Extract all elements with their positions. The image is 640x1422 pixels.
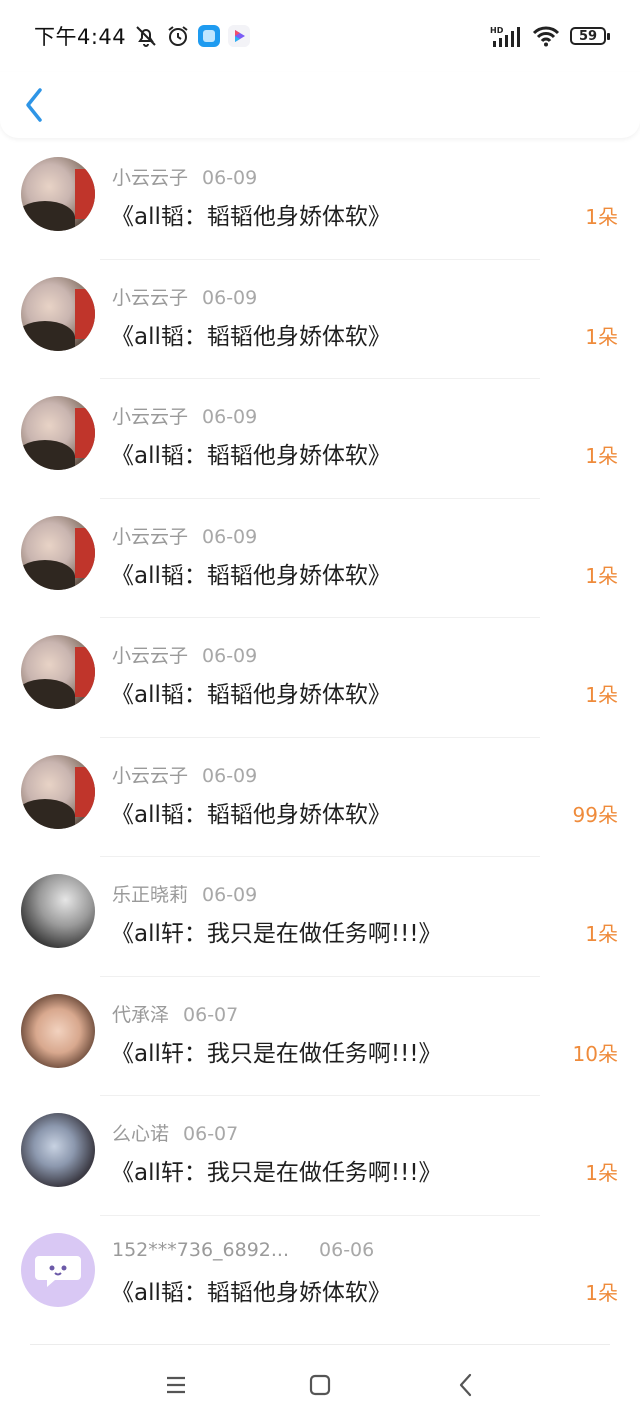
user-name: 小云云子: [112, 764, 189, 787]
svg-text:HD: HD: [490, 26, 504, 35]
flower-count: 99朵: [572, 802, 618, 827]
item-meta: 小云云子 06-09: [112, 283, 257, 310]
status-right: HD 59: [490, 25, 610, 47]
flower-count: 1朵: [585, 1280, 618, 1305]
user-name: 小云云子: [112, 286, 189, 309]
list-item[interactable]: 小云云子 06-09 《all韬：韬韬他身娇体软》 99朵: [0, 738, 640, 857]
item-meta: 小云云子 06-09: [112, 522, 257, 549]
item-date: 06-09: [202, 167, 258, 189]
item-title[interactable]: 《all韬：韬韬他身娇体软》: [111, 556, 391, 590]
avatar[interactable]: [21, 993, 95, 1068]
system-nav-bar: [0, 1350, 640, 1422]
item-meta: 乐正晓莉 06-09: [112, 880, 257, 907]
avatar[interactable]: [21, 874, 95, 948]
item-date: 06-06: [319, 1238, 375, 1261]
item-title[interactable]: 《all韬：韬韬他身娇体软》: [111, 1273, 391, 1307]
flower-count: 1朵: [585, 683, 618, 707]
item-title[interactable]: 《all韬：韬韬他身娇体软》: [111, 317, 391, 351]
avatar[interactable]: [21, 396, 95, 470]
avatar[interactable]: [21, 754, 95, 829]
item-date: 06-07: [183, 1123, 239, 1145]
list-item[interactable]: 小云云子 06-09 《all韬：韬韬他身娇体软》 1朵: [0, 260, 640, 379]
bottom-divider: [30, 1344, 610, 1345]
status-time: 下午4:44: [34, 25, 127, 49]
battery-indicator: 59: [570, 27, 610, 45]
item-title[interactable]: 《all韬：韬韬他身娇体软》: [111, 675, 391, 709]
header: [0, 72, 640, 138]
item-meta: 小云云子 06-09: [112, 761, 257, 788]
user-name: 代承泽: [112, 1003, 170, 1026]
home-square-icon[interactable]: [305, 1370, 335, 1400]
list-item[interactable]: 小云云子 06-09 《all韬：韬韬他身娇体软》 1朵: [0, 618, 640, 738]
item-title[interactable]: 《all轩：我只是在做任务啊!!!》: [111, 1034, 442, 1068]
item-date: 06-09: [202, 884, 258, 906]
user-name: 么心诺: [112, 1123, 170, 1145]
user-name: 小云云子: [112, 645, 189, 667]
user-name: 乐正晓莉: [112, 884, 189, 906]
avatar[interactable]: [21, 157, 95, 231]
status-left: 下午4:44: [34, 21, 251, 51]
user-name: 小云云子: [112, 406, 189, 428]
item-title[interactable]: 《all韬：韬韬他身娇体软》: [111, 197, 391, 231]
item-date: 06-07: [183, 1003, 239, 1026]
flower-count: 1朵: [585, 205, 618, 229]
avatar[interactable]: [21, 515, 95, 590]
gift-record-list: 小云云子 06-09 《all韬：韬韬他身娇体软》 1朵 小云云子 06-09 《a…: [0, 140, 640, 1335]
flower-count: 1朵: [585, 922, 618, 946]
list-item[interactable]: 小云云子 06-09 《all韬：韬韬他身娇体软》 1朵: [0, 140, 640, 260]
item-date: 06-09: [202, 764, 258, 787]
item-meta: 代承泽 06-07: [112, 1000, 238, 1027]
list-item[interactable]: 代承泽 06-07 《all轩：我只是在做任务啊!!!》 10朵: [0, 977, 640, 1096]
menu-icon[interactable]: [161, 1370, 191, 1400]
back-button[interactable]: [20, 84, 52, 128]
chevron-left-icon: [26, 88, 42, 122]
item-meta: 么心诺 06-07: [112, 1119, 238, 1146]
list-item[interactable]: 小云云子 06-09 《all韬：韬韬他身娇体软》 1朵: [0, 499, 640, 618]
list-item[interactable]: 乐正晓莉 06-09 《all轩：我只是在做任务啊!!!》 1朵: [0, 857, 640, 977]
item-title[interactable]: 《all韬：韬韬他身娇体软》: [111, 436, 391, 470]
item-date: 06-09: [202, 525, 258, 548]
avatar[interactable]: [21, 276, 95, 351]
list-item[interactable]: 小云云子 06-09 《all韬：韬韬他身娇体软》 1朵: [0, 379, 640, 499]
item-meta: 小云云子 06-09: [112, 163, 257, 190]
app-notification-icon: [198, 25, 221, 47]
signal-icon: HD: [490, 26, 520, 47]
avatar[interactable]: [21, 1113, 95, 1187]
user-name: 小云云子: [112, 167, 189, 189]
flower-count: 1朵: [585, 324, 618, 349]
avatar[interactable]: [21, 635, 95, 709]
status-bar: 下午4:44 HD 59: [0, 0, 640, 72]
video-app-icon: [228, 25, 251, 47]
item-title[interactable]: 《all轩：我只是在做任务啊!!!》: [111, 914, 442, 948]
item-meta: 152***736_6892... 06-06: [112, 1239, 374, 1261]
list-item[interactable]: 么心诺 06-07 《all轩：我只是在做任务啊!!!》 1朵: [0, 1096, 640, 1216]
item-title[interactable]: 《all轩：我只是在做任务啊!!!》: [111, 1153, 442, 1187]
back-triangle-icon[interactable]: [451, 1370, 481, 1400]
user-name: 小云云子: [112, 525, 189, 548]
item-date: 06-09: [202, 286, 258, 309]
bell-off-icon: [136, 26, 156, 47]
flower-count: 10朵: [572, 1041, 618, 1066]
item-date: 06-09: [202, 645, 258, 667]
item-title[interactable]: 《all韬：韬韬他身娇体软》: [111, 795, 391, 829]
alarm-icon: [168, 26, 188, 46]
wifi-icon: [532, 26, 560, 47]
list-item[interactable]: 152***736_6892... 06-06 《all韬：韬韬他身娇体软》 1朵: [0, 1216, 640, 1336]
item-meta: 小云云子 06-09: [112, 641, 257, 668]
user-name: 152***736_6892...: [112, 1238, 290, 1261]
flower-count: 1朵: [585, 1161, 618, 1185]
item-date: 06-09: [202, 406, 258, 428]
avatar[interactable]: [21, 1232, 95, 1307]
flower-count: 1朵: [585, 563, 618, 588]
item-meta: 小云云子 06-09: [112, 402, 257, 429]
chat-bubble-icon: [35, 1255, 81, 1287]
flower-count: 1朵: [585, 444, 618, 468]
